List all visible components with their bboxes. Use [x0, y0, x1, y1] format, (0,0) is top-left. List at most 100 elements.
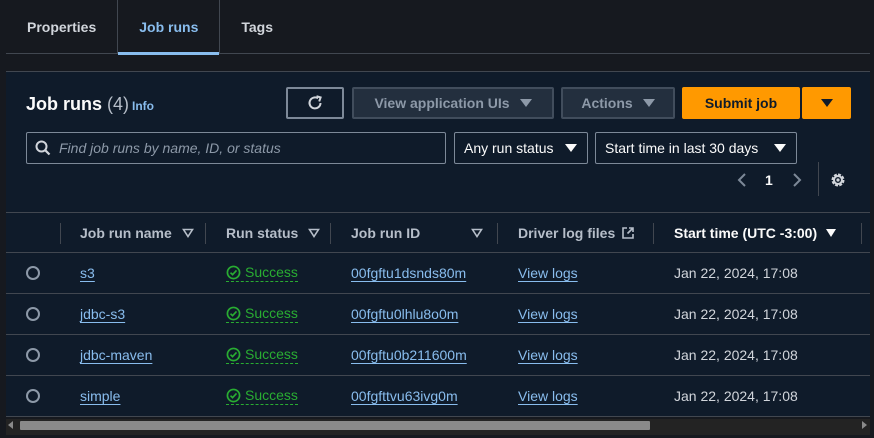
- chevron-left-icon[interactable]: [736, 172, 748, 188]
- sort-icon: [308, 228, 321, 238]
- column-divider: [205, 223, 206, 244]
- start-time-select[interactable]: Start time in last 30 days: [595, 132, 797, 164]
- column-header-job-run-id[interactable]: Job run ID: [351, 213, 483, 253]
- start-time-value: Jan 22, 2024, 17:08: [674, 388, 798, 404]
- row-select-radio[interactable]: [26, 348, 40, 362]
- column-header-label: Start time (UTC -3:00): [674, 225, 818, 241]
- success-check-icon: [226, 306, 241, 320]
- job-run-id-link[interactable]: 00fgftu0b211600m: [351, 347, 467, 363]
- tab-properties[interactable]: Properties: [6, 0, 117, 54]
- page-number[interactable]: 1: [765, 168, 773, 192]
- status-text: Success: [245, 387, 298, 403]
- submit-job-button[interactable]: Submit job: [682, 87, 800, 119]
- job-run-id-link[interactable]: 00fgftu1dsnds80m: [351, 265, 466, 281]
- tab-job-runs-label: Job runs: [139, 19, 199, 35]
- gear-icon[interactable]: [829, 171, 847, 189]
- view-application-uis-button[interactable]: View application UIs: [352, 87, 554, 119]
- chevron-down-icon: [820, 99, 833, 107]
- column-header-label: Job run ID: [351, 225, 421, 241]
- status-badge[interactable]: Success: [226, 387, 298, 405]
- column-divider: [861, 223, 862, 244]
- job-run-id-link[interactable]: 00fgftu0lhlu8o0m: [351, 306, 458, 322]
- table-row: s3 Success 00fgftu1dsnds80m View logs Ja…: [6, 253, 870, 294]
- job-run-name-link[interactable]: jdbc-maven: [80, 347, 152, 363]
- table-row: jdbc-s3 Success 00fgftu0lhlu8o0m View lo…: [6, 294, 870, 335]
- status-text: Success: [245, 264, 298, 280]
- chevron-down-icon: [774, 144, 786, 152]
- success-check-icon: [226, 265, 241, 279]
- refresh-button[interactable]: [286, 87, 344, 119]
- status-text: Success: [245, 305, 298, 321]
- info-link[interactable]: Info: [132, 99, 154, 113]
- chevron-down-icon: [642, 99, 655, 107]
- view-logs-link[interactable]: View logs: [518, 265, 578, 281]
- scrollbar-thumb[interactable]: [20, 421, 650, 430]
- horizontal-scrollbar[interactable]: [0, 417, 874, 438]
- view-logs-link[interactable]: View logs: [518, 347, 578, 363]
- scroll-left-arrow-icon[interactable]: [8, 421, 13, 429]
- status-badge[interactable]: Success: [226, 346, 298, 364]
- view-logs-link[interactable]: View logs: [518, 388, 578, 404]
- preferences: [829, 168, 847, 192]
- external-link-icon: [622, 227, 635, 239]
- tab-job-runs[interactable]: Job runs: [118, 0, 220, 55]
- row-select-radio[interactable]: [26, 307, 40, 321]
- job-run-count: (4): [107, 94, 130, 114]
- panel-title-text: Job runs: [26, 94, 103, 114]
- column-header-label: Run status: [226, 225, 299, 241]
- status-badge[interactable]: Success: [226, 305, 298, 323]
- sort-descending-icon: [826, 229, 837, 237]
- row-select-radio[interactable]: [26, 266, 40, 280]
- column-divider: [330, 223, 331, 244]
- submit-job-label: Submit job: [704, 95, 778, 111]
- sort-icon: [471, 228, 483, 238]
- success-check-icon: [226, 388, 241, 402]
- column-header-label: Driver log files: [518, 225, 616, 241]
- table-header: Job run name Run status Job run ID Drive…: [6, 212, 870, 253]
- column-divider: [60, 223, 61, 244]
- submit-job-dropdown-button[interactable]: [802, 87, 851, 119]
- pagination-next: [791, 168, 803, 192]
- view-application-uis-label: View application UIs: [374, 95, 510, 111]
- actions-label: Actions: [581, 95, 633, 111]
- column-header-start-time[interactable]: Start time (UTC -3:00): [674, 213, 837, 253]
- sort-icon: [181, 228, 194, 238]
- column-header-job-run-name[interactable]: Job run name: [80, 213, 194, 253]
- scroll-right-arrow-icon[interactable]: [862, 421, 867, 429]
- status-badge[interactable]: Success: [226, 264, 298, 282]
- column-header-run-status[interactable]: Run status: [226, 213, 321, 253]
- pagination-divider: [818, 162, 819, 196]
- panel-title: Job runs (4): [26, 94, 129, 115]
- row-select-radio[interactable]: [26, 389, 40, 403]
- search-icon: [35, 140, 51, 156]
- chevron-down-icon: [565, 144, 577, 152]
- job-run-name-link[interactable]: simple: [80, 388, 120, 404]
- start-time-value: Jan 22, 2024, 17:08: [674, 347, 798, 363]
- job-run-name-link[interactable]: jdbc-s3: [80, 306, 125, 322]
- tab-tags[interactable]: Tags: [220, 0, 294, 54]
- run-status-select-value: Any run status: [464, 140, 554, 156]
- job-runs-table: Job run name Run status Job run ID Drive…: [6, 212, 870, 417]
- start-time-value: Jan 22, 2024, 17:08: [674, 306, 798, 322]
- run-status-select[interactable]: Any run status: [454, 132, 588, 164]
- chevron-down-icon: [519, 99, 532, 107]
- start-time-select-value: Start time in last 30 days: [605, 140, 759, 156]
- job-run-name-link[interactable]: s3: [80, 265, 95, 281]
- chevron-right-icon[interactable]: [791, 172, 803, 188]
- detail-tabs: Properties Job runs Tags: [6, 0, 870, 55]
- column-header-driver-log-files: Driver log files: [518, 213, 635, 253]
- tab-properties-label: Properties: [27, 19, 97, 35]
- job-run-id-link[interactable]: 00fgfttvu63ivg0m: [351, 388, 458, 404]
- success-check-icon: [226, 347, 241, 361]
- search-field: [26, 132, 446, 164]
- search-input[interactable]: [59, 140, 429, 156]
- column-header-label: Job run name: [80, 225, 172, 241]
- column-divider: [653, 223, 654, 244]
- status-text: Success: [245, 346, 298, 362]
- job-runs-panel: Job runs (4) Info View application UIs A…: [6, 71, 870, 438]
- table-row: jdbc-maven Success 00fgftu0b211600m View…: [6, 335, 870, 376]
- view-logs-link[interactable]: View logs: [518, 306, 578, 322]
- actions-button[interactable]: Actions: [561, 87, 675, 119]
- column-divider: [497, 223, 498, 244]
- start-time-value: Jan 22, 2024, 17:08: [674, 265, 798, 281]
